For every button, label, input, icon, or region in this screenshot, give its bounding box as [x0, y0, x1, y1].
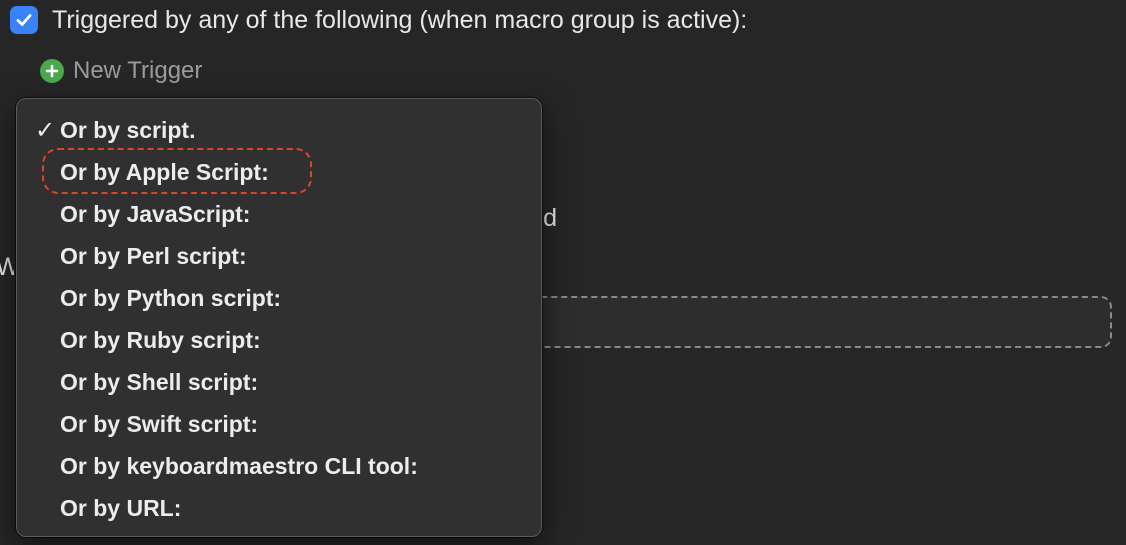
new-trigger-button[interactable]: New Trigger	[40, 56, 202, 86]
menu-item-label: Or by script.	[60, 117, 196, 143]
menu-item-label: Or by JavaScript:	[60, 201, 251, 227]
menu-item-script[interactable]: ✓ Or by script.	[17, 109, 541, 151]
menu-item-label: Or by Shell script:	[60, 369, 259, 395]
trigger-row: Triggered by any of the following (when …	[10, 4, 747, 36]
trigger-label: Triggered by any of the following (when …	[52, 5, 748, 34]
menu-item-url[interactable]: Or by URL:	[17, 487, 541, 529]
menu-item-label: Or by Perl script:	[60, 243, 247, 269]
menu-list: ✓ Or by script. Or by Apple Script: Or b…	[17, 109, 541, 529]
menu-item-cli-tool[interactable]: Or by keyboardmaestro CLI tool:	[17, 445, 541, 487]
new-trigger-label: New Trigger	[73, 57, 203, 84]
menu-item-ruby-script[interactable]: Or by Ruby script:	[17, 319, 541, 361]
menu-item-label: Or by URL:	[60, 495, 182, 521]
menu-item-swift-script[interactable]: Or by Swift script:	[17, 403, 541, 445]
menu-item-label: Or by Swift script:	[60, 411, 259, 437]
checkmark-icon	[16, 14, 32, 26]
script-trigger-menu: ✓ Or by script. Or by Apple Script: Or b…	[16, 98, 542, 537]
menu-item-apple-script[interactable]: Or by Apple Script:	[17, 151, 541, 193]
checkmark-icon: ✓	[35, 117, 56, 144]
menu-item-shell-script[interactable]: Or by Shell script:	[17, 361, 541, 403]
menu-item-javascript[interactable]: Or by JavaScript:	[17, 193, 541, 235]
menu-item-label: Or by Python script:	[60, 285, 282, 311]
menu-item-python-script[interactable]: Or by Python script:	[17, 277, 541, 319]
menu-item-label: Or by Ruby script:	[60, 327, 261, 353]
menu-item-label: Or by Apple Script:	[60, 159, 269, 185]
plus-circle-icon	[40, 59, 64, 83]
triggered-checkbox[interactable]	[10, 6, 38, 34]
background-label-fragment: W	[0, 253, 14, 281]
menu-item-perl-script[interactable]: Or by Perl script:	[17, 235, 541, 277]
menu-item-label: Or by keyboardmaestro CLI tool:	[60, 453, 418, 479]
